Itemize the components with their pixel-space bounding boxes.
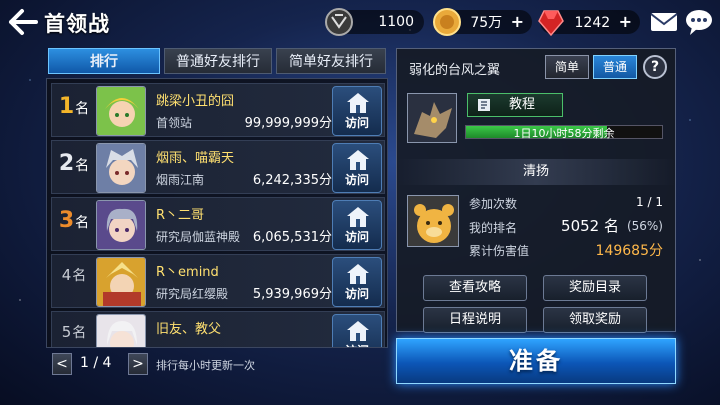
player-name: R丶emind: [156, 265, 219, 280]
prev-page-button[interactable]: <: [52, 353, 72, 375]
help-icon[interactable]: ?: [643, 55, 667, 79]
back-arrow-icon[interactable]: [8, 8, 38, 36]
rank-number: 1名: [58, 94, 90, 119]
chat-icon[interactable]: [684, 8, 714, 36]
view-guide-button[interactable]: 查看攻略: [423, 275, 527, 301]
clear-character-portrait: [407, 195, 459, 247]
participation-label: 参加次数: [469, 197, 518, 211]
player-score: 99,999,999分: [244, 116, 332, 131]
book-icon: [478, 99, 490, 111]
ruby-counter: 1242 +: [538, 10, 640, 37]
avatar: [96, 257, 146, 307]
player-guild: 研究局红缨殿: [156, 287, 229, 301]
player-name: 烟雨、喵霸天: [156, 151, 235, 166]
house-icon: [347, 207, 369, 227]
rank-number: 4名: [61, 266, 87, 284]
claim-reward-button[interactable]: 领取奖励: [543, 307, 647, 333]
ruby-gem-icon: [538, 10, 564, 37]
rank-number: 5名: [61, 323, 87, 341]
add-gold-button[interactable]: +: [511, 12, 524, 31]
page-title: 首领战: [44, 12, 110, 36]
visit-button[interactable]: 访问: [332, 143, 382, 193]
my-rank-label: 我的排名: [469, 221, 518, 235]
visit-button[interactable]: 访问: [332, 200, 382, 250]
visit-button[interactable]: 访问: [332, 314, 382, 347]
difficulty-easy-button[interactable]: 简单: [545, 55, 589, 79]
player-guild: 首领站: [156, 116, 193, 130]
rank-number: 2名: [58, 151, 90, 176]
schedule-info-button[interactable]: 日程说明: [423, 307, 527, 333]
ranking-list[interactable]: 1名 跳梁小丑的囧 首领站 99,999,999分 访问 2名 烟雨、喵霸天 烟…: [46, 78, 388, 348]
top-bar: 首领战 1100 75万 + 1242 +: [0, 0, 720, 44]
tab-ranking[interactable]: 排行: [48, 48, 160, 74]
tutorial-button[interactable]: 教程: [467, 93, 563, 117]
player-guild: 研究局伽蓝神殿: [156, 230, 241, 244]
player-name: R丶二哥: [156, 208, 205, 223]
avatar: [96, 86, 146, 136]
add-ruby-button[interactable]: +: [619, 12, 632, 31]
my-rank-value: 5052 名: [561, 217, 619, 235]
guild-points-value: 1100: [378, 14, 414, 30]
house-icon: [347, 321, 369, 341]
damage-label: 累计伤害值: [469, 244, 530, 258]
ranking-row: 3名 R丶二哥 研究局伽蓝神殿 6,065,531分 访问: [51, 197, 385, 251]
visit-button[interactable]: 访问: [332, 257, 382, 307]
page-indicator: 1 / 4: [80, 355, 112, 371]
mail-icon[interactable]: [650, 12, 678, 32]
gold-coin-icon: [433, 8, 461, 36]
boss-info-panel: 弱化的台风之翼 简单 普通 ? 教程 1日10小时58分剩余 清扬 参加次数 1…: [396, 48, 676, 333]
next-page-button[interactable]: >: [128, 353, 148, 375]
ready-button[interactable]: 准备: [396, 338, 676, 384]
ranking-row: 2名 烟雨、喵霸天 烟雨江南 6,242,335分 访问: [51, 140, 385, 194]
time-remaining-text: 1日10小时58分剩余: [513, 127, 615, 140]
ranking-row: 1名 跳梁小丑的囧 首领站 99,999,999分 访问: [51, 83, 385, 137]
player-guild: 烟雨江南: [156, 173, 205, 187]
rank-number: 3名: [58, 208, 90, 233]
update-note: 排行每小时更新一次: [156, 359, 255, 372]
tab-normal-friend-ranking[interactable]: 普通好友排行: [164, 48, 272, 74]
house-icon: [347, 264, 369, 284]
my-rank-percent: (56%): [626, 219, 663, 233]
participation-value: 1 / 1: [636, 195, 663, 209]
tab-easy-friend-ranking[interactable]: 简单好友排行: [276, 48, 386, 74]
gold-value: 75万: [470, 15, 503, 31]
pagination: < 1 / 4 > 排行每小时更新一次: [52, 353, 382, 375]
boss-name: 弱化的台风之翼: [409, 63, 501, 78]
guild-emblem-icon: [325, 8, 353, 36]
house-icon: [347, 93, 369, 113]
avatar: [96, 143, 146, 193]
ranking-row: 5名 旧友、教父 访问: [51, 311, 385, 347]
player-name: 跳梁小丑的囧: [156, 94, 235, 109]
ranking-row: 4名 R丶emind 研究局红缨殿 5,939,969分 访问: [51, 254, 385, 308]
house-icon: [347, 150, 369, 170]
difficulty-normal-button[interactable]: 普通: [593, 55, 637, 79]
player-name: 旧友、教父: [156, 322, 222, 337]
reward-list-button[interactable]: 奖励目录: [543, 275, 647, 301]
clear-section-title: 清扬: [397, 159, 675, 185]
visit-button[interactable]: 访问: [332, 86, 382, 136]
player-score: 5,939,969分: [252, 287, 332, 302]
player-score: 6,065,531分: [252, 230, 332, 245]
damage-value: 149685分: [595, 243, 663, 259]
player-score: 6,242,335分: [252, 173, 332, 188]
avatar: [96, 314, 146, 347]
avatar: [96, 200, 146, 250]
gold-counter: 75万 +: [433, 8, 532, 36]
guild-points-counter: 1100: [325, 8, 424, 36]
ruby-value: 1242: [574, 15, 611, 31]
time-remaining-bar: 1日10小时58分剩余: [465, 125, 663, 140]
boss-portrait: [407, 93, 457, 143]
